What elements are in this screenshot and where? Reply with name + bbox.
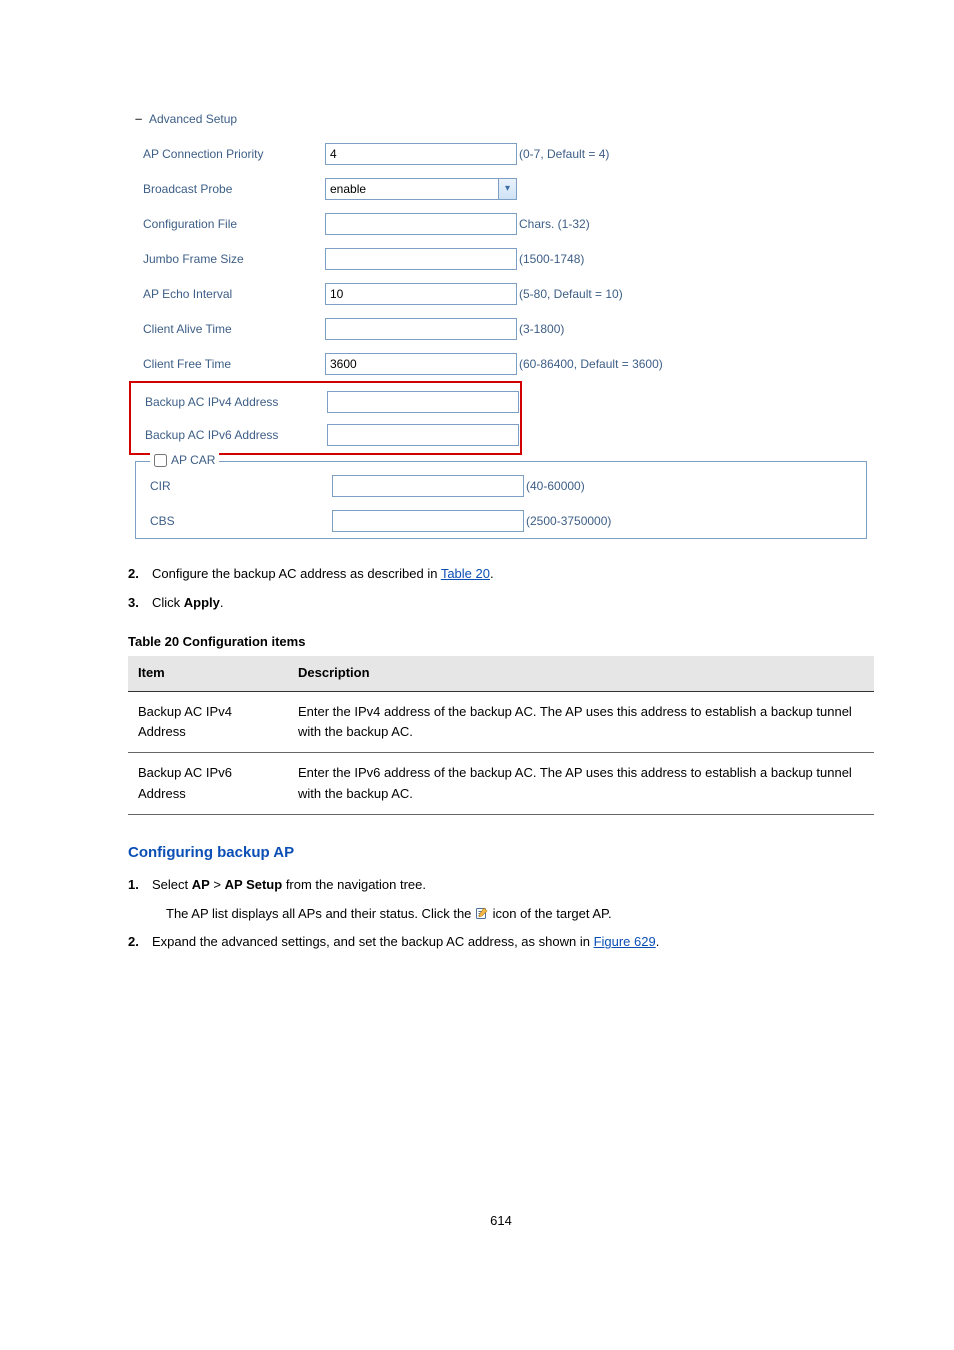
cbs-input[interactable] [332,510,524,532]
cir-label: CIR [142,479,332,493]
config-file-label: Configuration File [135,217,325,231]
table-caption: Table 20 Configuration items [128,632,874,653]
step-2-text: Configure the backup AC address as descr… [152,564,494,585]
step-3-text: Click Apply. [152,593,224,614]
sec-step-1-text: Select AP > AP Setup from the navigation… [152,875,426,896]
jumbo-hint: (1500-1748) [517,252,584,266]
echo-label: AP Echo Interval [135,287,325,301]
broadcast-probe-select[interactable]: enable [325,178,517,200]
th-desc: Description [288,656,874,691]
sec-step-1-num: 1. [128,875,152,896]
broadcast-probe-label: Broadcast Probe [135,182,325,196]
alive-label: Client Alive Time [135,322,325,336]
config-file-hint: Chars. (1-32) [517,217,590,231]
advanced-setup-figure: – Advanced Setup AP Connection Priority … [128,100,874,546]
alive-hint: (3-1800) [517,322,564,336]
section-title: Advanced Setup [149,112,237,126]
td-item: Backup AC IPv6 Address [128,753,288,814]
collapse-icon[interactable]: – [135,111,147,126]
free-hint: (60-86400, Default = 3600) [517,357,663,371]
jumbo-label: Jumbo Frame Size [135,252,325,266]
sec-step-2-text: Expand the advanced settings, and set th… [152,932,659,953]
backup-ipv4-input[interactable] [327,391,519,413]
cir-hint: (40-60000) [524,479,585,493]
link-table-20[interactable]: Table 20 [441,566,490,581]
page-number: 614 [128,1213,874,1228]
config-items-table: Item Description Backup AC IPv4 Address … [128,656,874,814]
apcar-checkbox[interactable] [154,454,167,467]
cbs-hint: (2500-3750000) [524,514,611,528]
backup-ipv4-label: Backup AC IPv4 Address [137,395,327,409]
echo-input[interactable] [325,283,517,305]
step-3-num: 3. [128,593,152,614]
free-label: Client Free Time [135,357,325,371]
ap-priority-hint: (0-7, Default = 4) [517,147,609,161]
cir-input[interactable] [332,475,524,497]
edit-icon [475,906,489,920]
section-heading: Configuring backup AP [128,841,874,865]
jumbo-input[interactable] [325,248,517,270]
backup-ipv6-label: Backup AC IPv6 Address [137,428,327,442]
backup-highlight-box: Backup AC IPv4 Address Backup AC IPv6 Ad… [129,381,522,455]
td-desc: Enter the IPv4 address of the backup AC.… [288,692,874,753]
echo-hint: (5-80, Default = 10) [517,287,623,301]
th-item: Item [128,656,288,691]
sec-step-1-line2: The AP list displays all APs and their s… [128,904,874,925]
apcar-legend-label: AP CAR [171,453,215,467]
td-item: Backup AC IPv4 Address [128,692,288,753]
cbs-label: CBS [142,514,332,528]
ap-priority-input[interactable] [325,143,517,165]
apcar-fieldset: AP CAR CIR (40-60000) CBS (2500-3750000) [135,461,867,539]
table-row: Backup AC IPv6 Address Enter the IPv6 ad… [128,753,874,814]
step-2-num: 2. [128,564,152,585]
free-input[interactable] [325,353,517,375]
config-file-input[interactable] [325,213,517,235]
sec-step-2-num: 2. [128,932,152,953]
ap-priority-label: AP Connection Priority [135,147,325,161]
link-figure-629[interactable]: Figure 629 [594,934,656,949]
table-row: Backup AC IPv4 Address Enter the IPv4 ad… [128,692,874,753]
backup-ipv6-input[interactable] [327,424,519,446]
td-desc: Enter the IPv6 address of the backup AC.… [288,753,874,814]
alive-input[interactable] [325,318,517,340]
